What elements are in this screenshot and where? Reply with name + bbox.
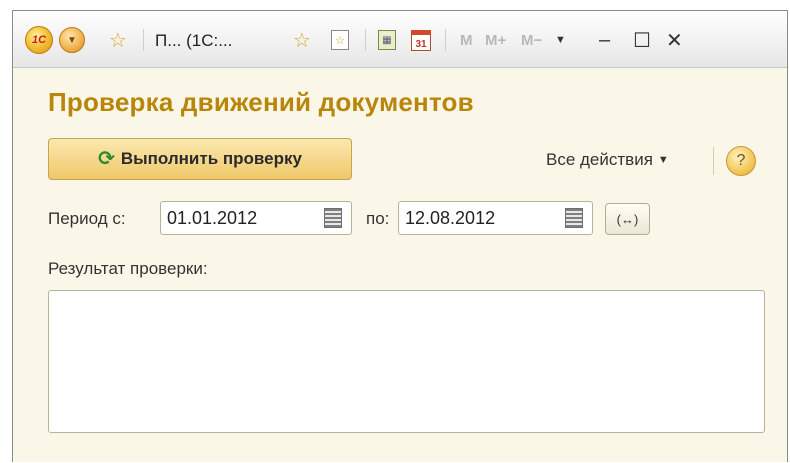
bookmark-icon[interactable]: ☆ [331,27,349,53]
memory-m-button[interactable]: M [460,27,473,53]
help-button[interactable]: ? [726,146,756,176]
toolbar-separator [445,29,446,51]
actions-separator [713,147,714,175]
minimize-icon[interactable]: – [599,27,610,53]
chevron-down-icon[interactable]: ▼ [555,27,566,53]
calendar-icon[interactable]: 31 [411,27,431,53]
title-bar: 1С ▼ ☆ П... (1С:... ☆ ☆ ▦ 31 M M+ M− ▼ –… [13,11,787,68]
calendar-picker-icon[interactable] [324,208,342,228]
memory-minus-button[interactable]: M− [521,27,542,53]
1c-logo-icon[interactable]: 1С [25,26,53,54]
refresh-icon: ⟳ [98,148,115,170]
close-icon[interactable]: ✕ [666,27,683,53]
period-to-field[interactable]: 12.08.2012 [398,201,593,235]
page-title: Проверка движений документов [48,87,474,117]
all-actions-menu[interactable]: Все действия ▼ [546,150,669,170]
window-title: П... (1С:... [155,31,233,50]
all-actions-label: Все действия [546,150,653,169]
calculator-icon[interactable]: ▦ [378,27,396,53]
maximize-icon[interactable]: ☐ [633,27,651,53]
set-period-button[interactable]: (↔) [605,203,650,235]
document-window: 1С ▼ ☆ П... (1С:... ☆ ☆ ▦ 31 M M+ M− ▼ –… [12,10,788,462]
main-menu-button[interactable]: ▼ [59,27,85,53]
result-label: Результат проверки: [48,259,208,278]
toolbar-separator [365,29,366,51]
chevron-down-icon: ▼ [657,154,669,166]
run-check-button-label: Выполнить проверку [120,149,302,168]
run-check-button[interactable]: ⟳ Выполнить проверку [48,138,352,180]
period-range-icon: (↔) [616,211,639,227]
calendar-picker-icon[interactable] [565,208,583,228]
period-to-value: 12.08.2012 [405,207,496,228]
period-from-value: 01.01.2012 [167,207,258,228]
period-from-label: Период с: [48,209,126,228]
toolbar-separator [143,29,144,51]
period-to-label: по: [366,209,390,228]
favorite-star-icon[interactable]: ☆ [109,27,127,53]
memory-plus-button[interactable]: M+ [485,27,506,53]
result-field[interactable] [48,290,765,433]
question-icon: ? [736,152,746,169]
add-to-favorites-icon[interactable]: ☆ [293,27,311,53]
